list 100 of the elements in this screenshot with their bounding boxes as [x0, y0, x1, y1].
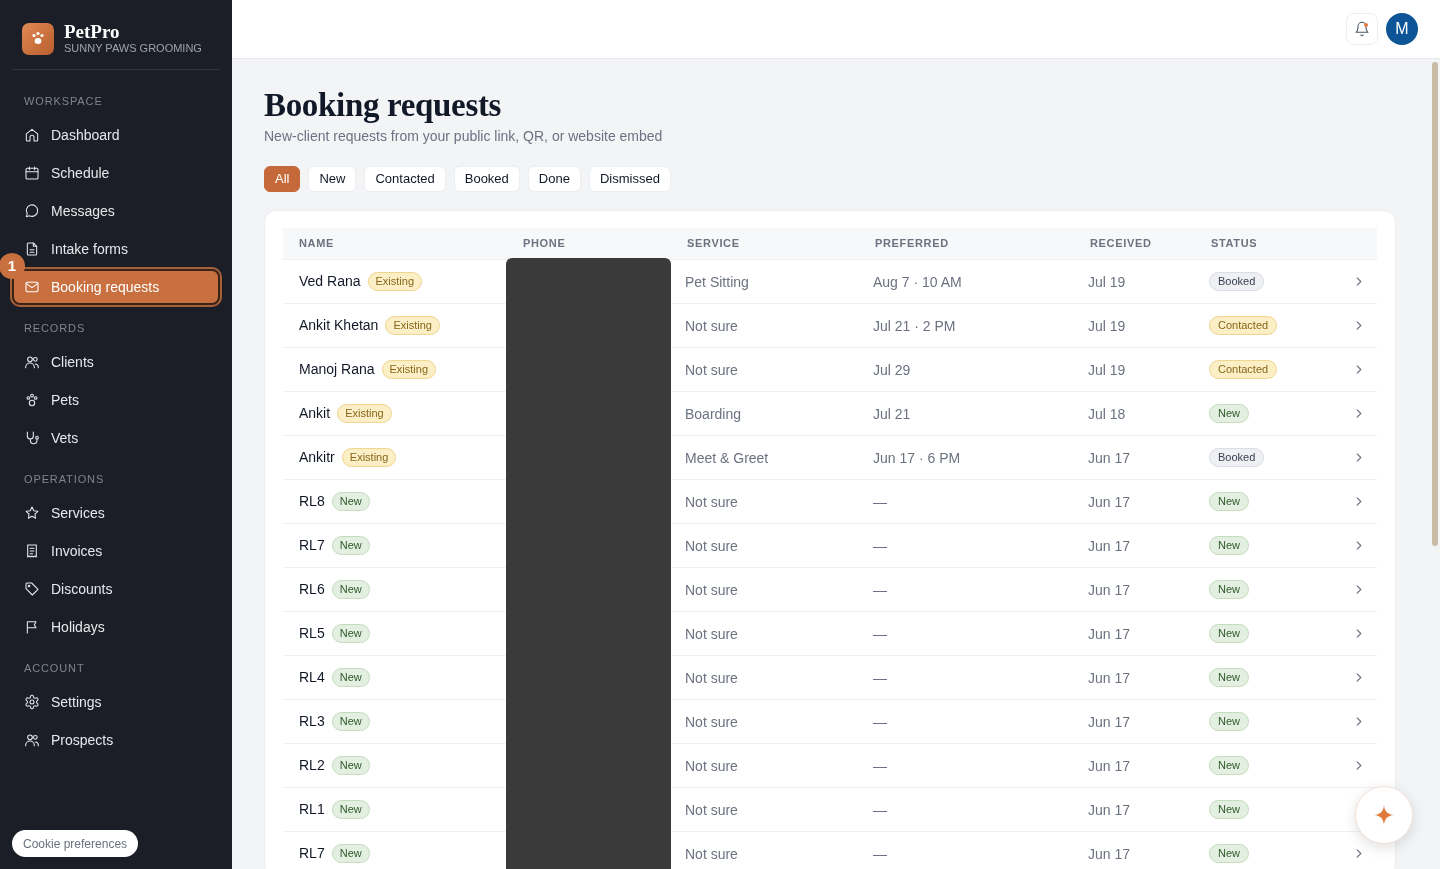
brand-subtitle: SUNNY PAWS GROOMING [64, 42, 202, 55]
nav-item[interactable]: Invoices [12, 533, 220, 569]
received-date-cell: Jun 17 [1088, 449, 1131, 466]
client-name: RL8 [299, 492, 325, 511]
user-avatar[interactable]: M [1386, 13, 1418, 45]
filter-tab[interactable]: Dismissed [588, 166, 671, 192]
received-date-cell: Jul 18 [1088, 405, 1126, 422]
section-label: OPERATIONS [23, 472, 106, 486]
nav-item[interactable]: Messages [12, 193, 220, 229]
filter-tab[interactable]: Contacted [364, 166, 446, 192]
preferred-time-cell: Jul 21 [873, 405, 911, 422]
preferred-time-cell: — [873, 581, 887, 598]
chevron-right-icon[interactable] [1356, 541, 1362, 550]
nav-item[interactable]: Services [12, 495, 220, 531]
preferred-time-cell: — [873, 845, 887, 862]
filter-tab[interactable]: Done [527, 166, 581, 192]
status-tag: Booked [1209, 272, 1265, 291]
filter-tab[interactable]: All [264, 166, 301, 192]
client-type-tag: Existing [367, 272, 423, 291]
service-cell: Not sure [685, 845, 738, 862]
status-tag: New [1209, 580, 1249, 599]
chevron-right-icon[interactable] [1356, 409, 1362, 418]
column-header: PREFERRED [874, 236, 950, 252]
tag-icon [24, 581, 40, 597]
chevron-right-icon[interactable] [1356, 629, 1362, 638]
client-type-tag: New [331, 624, 370, 643]
nav-item[interactable]: Vets [12, 420, 220, 456]
scrollbar-thumb[interactable] [1432, 62, 1438, 546]
service-cell: Not sure [685, 757, 738, 774]
status-tag: New [1209, 844, 1249, 863]
service-cell: Boarding [685, 405, 742, 422]
client-type-tag: Existing [341, 448, 397, 467]
receipt-icon [24, 543, 40, 559]
service-cell: Not sure [685, 625, 738, 642]
notifications-button[interactable] [1346, 13, 1378, 45]
section-label: ACCOUNT [23, 661, 86, 675]
received-date-cell: Jun 17 [1088, 493, 1131, 510]
preferred-time-cell: — [873, 669, 887, 686]
service-cell: Not sure [685, 537, 738, 554]
section-label: RECORDS [23, 321, 87, 335]
nav-item[interactable]: Pets [12, 382, 220, 418]
brand-name: PetPro [64, 22, 121, 42]
stethoscope-icon [24, 430, 40, 446]
client-type-tag: New [331, 712, 370, 731]
chevron-right-icon[interactable] [1356, 453, 1362, 462]
client-name: Ankit Khetan [299, 316, 379, 335]
nav-item[interactable]: Settings [12, 684, 220, 720]
service-cell: Not sure [685, 317, 738, 334]
filter-tab[interactable]: Booked [453, 166, 520, 192]
preferred-time-cell: — [873, 537, 887, 554]
nav-item[interactable]: Holidays [12, 609, 220, 645]
settings-icon [24, 694, 40, 710]
chevron-right-icon[interactable] [1356, 585, 1362, 594]
status-tag: Contacted [1209, 316, 1278, 335]
filter-tab[interactable]: New [308, 166, 357, 192]
flag-icon [24, 619, 40, 635]
nav-item[interactable]: Discounts [12, 571, 220, 607]
client-name: RL7 [299, 536, 325, 555]
received-date-cell: Jun 17 [1088, 537, 1131, 554]
star-icon [24, 505, 40, 521]
received-date-cell: Jun 17 [1088, 625, 1131, 642]
status-tag: New [1209, 404, 1249, 423]
home-icon [24, 127, 40, 143]
chevron-right-icon[interactable] [1356, 673, 1362, 682]
column-header: STATUS [1210, 236, 1259, 252]
preferred-time-cell: — [873, 493, 887, 510]
nav-item[interactable]: Schedule [12, 155, 220, 191]
client-type-tag: New [331, 492, 370, 511]
chevron-right-icon[interactable] [1356, 849, 1362, 858]
nav-item[interactable]: Dashboard [12, 117, 220, 153]
client-type-tag: New [331, 844, 370, 863]
chevron-right-icon[interactable] [1356, 321, 1362, 330]
received-date-cell: Jun 17 [1088, 757, 1131, 774]
nav-item[interactable]: Clients [12, 344, 220, 380]
client-name: RL7 [299, 844, 325, 863]
client-type-tag: Existing [337, 404, 392, 423]
chevron-right-icon[interactable] [1356, 761, 1362, 770]
nav-item[interactable]: Prospects [12, 722, 220, 758]
client-name: Manoj Rana [299, 360, 375, 379]
chevron-right-icon[interactable] [1356, 277, 1362, 286]
received-date-cell: Jun 17 [1088, 845, 1131, 862]
cookie-preferences-button[interactable]: Cookie preferences [12, 830, 139, 857]
received-date-cell: Jun 17 [1088, 801, 1131, 818]
status-tag: New [1209, 800, 1249, 819]
chevron-right-icon[interactable] [1356, 365, 1362, 374]
column-header: NAME [298, 236, 336, 252]
client-type-tag: Existing [381, 360, 437, 379]
service-cell: Not sure [685, 669, 738, 686]
service-cell: Not sure [685, 581, 738, 598]
chevron-right-icon[interactable] [1356, 717, 1362, 726]
column-header: PHONE [522, 236, 567, 252]
page-title: Booking requests [264, 86, 503, 125]
received-date-cell: Jul 19 [1088, 273, 1126, 290]
preferred-time-cell: — [873, 713, 887, 730]
client-type-tag: New [331, 580, 370, 599]
client-name: RL3 [299, 712, 325, 731]
document-icon [24, 241, 40, 257]
received-date-cell: Jul 19 [1088, 317, 1126, 334]
received-date-cell: Jun 17 [1088, 669, 1131, 686]
chevron-right-icon[interactable] [1356, 497, 1362, 506]
